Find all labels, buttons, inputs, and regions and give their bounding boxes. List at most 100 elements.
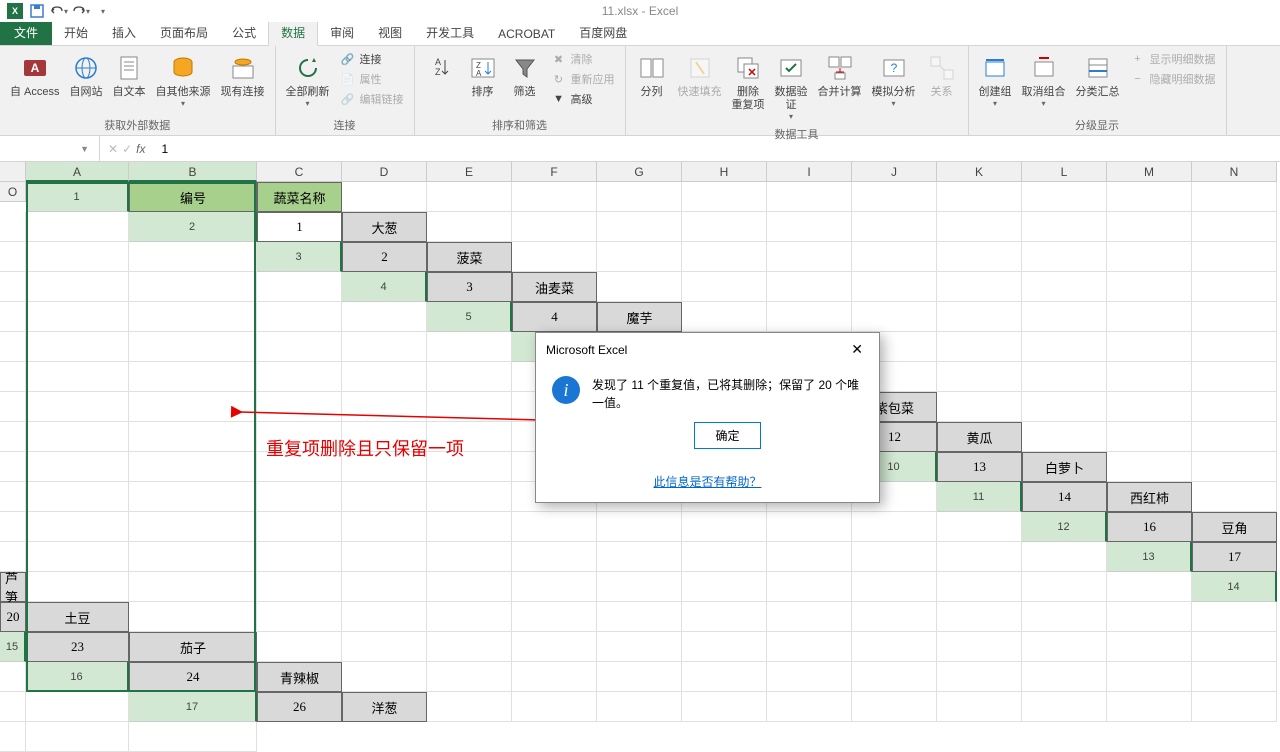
cell[interactable]: [1192, 602, 1277, 632]
data-cell[interactable]: 17: [1192, 542, 1277, 572]
cell[interactable]: [257, 392, 342, 422]
data-cell[interactable]: 白萝卜: [1022, 452, 1107, 482]
cell[interactable]: [682, 662, 767, 692]
cell[interactable]: [1107, 272, 1192, 302]
dialog-close-button[interactable]: ✕: [845, 341, 869, 358]
data-cell[interactable]: 16: [1107, 512, 1192, 542]
cell[interactable]: [512, 212, 597, 242]
group-button[interactable]: 创建组 ▾: [975, 49, 1016, 111]
cell[interactable]: [682, 542, 767, 572]
column-header[interactable]: H: [682, 162, 767, 182]
cell[interactable]: [852, 212, 937, 242]
cell[interactable]: [427, 212, 512, 242]
subtotal-button[interactable]: 分类汇总: [1072, 49, 1124, 102]
cell[interactable]: [597, 572, 682, 602]
cell[interactable]: [26, 272, 129, 302]
cell[interactable]: [1192, 182, 1277, 212]
data-cell[interactable]: 1: [257, 212, 342, 242]
cell[interactable]: [1192, 362, 1277, 392]
column-header[interactable]: N: [1192, 162, 1277, 182]
data-cell[interactable]: 2: [342, 242, 427, 272]
cell[interactable]: [852, 542, 937, 572]
cell[interactable]: [342, 602, 427, 632]
cell[interactable]: [257, 602, 342, 632]
existing-conn-button[interactable]: 现有连接: [217, 49, 269, 102]
cell[interactable]: [1192, 242, 1277, 272]
data-cell[interactable]: 魔芋: [597, 302, 682, 332]
cell[interactable]: [597, 182, 682, 212]
whatif-button[interactable]: ? 模拟分析 ▾: [868, 49, 920, 111]
column-header[interactable]: I: [767, 162, 852, 182]
cell[interactable]: [1022, 272, 1107, 302]
name-box-dropdown-icon[interactable]: ▼: [76, 144, 93, 154]
cell[interactable]: [1022, 602, 1107, 632]
tab-review[interactable]: 审阅: [318, 20, 366, 45]
cell[interactable]: [852, 182, 937, 212]
cell[interactable]: [26, 722, 129, 752]
cancel-formula-icon[interactable]: ✕: [108, 142, 118, 156]
cell[interactable]: [597, 272, 682, 302]
data-cell[interactable]: 大葱: [342, 212, 427, 242]
cell[interactable]: [682, 632, 767, 662]
cell[interactable]: [26, 212, 129, 242]
cell[interactable]: [129, 722, 257, 752]
cell[interactable]: [1107, 332, 1192, 362]
cell[interactable]: [767, 182, 852, 212]
cell[interactable]: [512, 182, 597, 212]
cell[interactable]: [767, 242, 852, 272]
data-cell[interactable]: 黄瓜: [937, 422, 1022, 452]
cell[interactable]: [597, 212, 682, 242]
cell[interactable]: [852, 272, 937, 302]
remove-duplicates-button[interactable]: 删除 重复项: [728, 49, 769, 115]
row-header[interactable]: 16: [26, 662, 129, 692]
cell[interactable]: [1107, 302, 1192, 332]
cell[interactable]: [26, 332, 129, 362]
cell[interactable]: [257, 332, 342, 362]
data-cell[interactable]: 3: [427, 272, 512, 302]
cell[interactable]: [1022, 242, 1107, 272]
data-cell[interactable]: 23: [26, 632, 129, 662]
row-header[interactable]: 2: [129, 212, 257, 242]
cell[interactable]: [257, 362, 342, 392]
cell[interactable]: [937, 272, 1022, 302]
cell[interactable]: [767, 662, 852, 692]
cell[interactable]: [129, 362, 257, 392]
cell[interactable]: [937, 302, 1022, 332]
cell[interactable]: [257, 632, 342, 662]
cell[interactable]: [682, 572, 767, 602]
from-other-button[interactable]: 自其他来源 ▾: [152, 49, 215, 111]
cell[interactable]: [852, 662, 937, 692]
row-header[interactable]: 1: [26, 182, 129, 212]
cell[interactable]: [937, 512, 1022, 542]
row-header[interactable]: 3: [257, 242, 342, 272]
data-cell[interactable]: 豆角: [1192, 512, 1277, 542]
cell[interactable]: [427, 662, 512, 692]
cell[interactable]: [26, 422, 129, 452]
cell[interactable]: [1192, 452, 1277, 482]
cell[interactable]: [767, 302, 852, 332]
cell[interactable]: [342, 362, 427, 392]
sort-az-button[interactable]: AZ: [421, 49, 461, 89]
column-header[interactable]: E: [427, 162, 512, 182]
cell[interactable]: [0, 662, 26, 692]
cell[interactable]: [1107, 602, 1192, 632]
cell[interactable]: [1022, 542, 1107, 572]
data-cell[interactable]: 土豆: [26, 602, 129, 632]
cell[interactable]: [597, 602, 682, 632]
cell[interactable]: [852, 572, 937, 602]
from-access-button[interactable]: A 自 Access: [6, 49, 64, 102]
cell[interactable]: [1192, 212, 1277, 242]
consolidate-button[interactable]: 合并计算: [814, 49, 866, 102]
tab-developer[interactable]: 开发工具: [414, 20, 486, 45]
cell[interactable]: [257, 542, 342, 572]
cell[interactable]: [1022, 362, 1107, 392]
save-button[interactable]: [28, 2, 46, 20]
advanced-filter-button[interactable]: ▼高级: [547, 89, 619, 109]
cell[interactable]: [1107, 452, 1192, 482]
row-header[interactable]: 15: [0, 632, 26, 662]
cell[interactable]: [597, 662, 682, 692]
tab-view[interactable]: 视图: [366, 20, 414, 45]
cell[interactable]: [937, 542, 1022, 572]
cell[interactable]: [1192, 632, 1277, 662]
cell[interactable]: [682, 602, 767, 632]
